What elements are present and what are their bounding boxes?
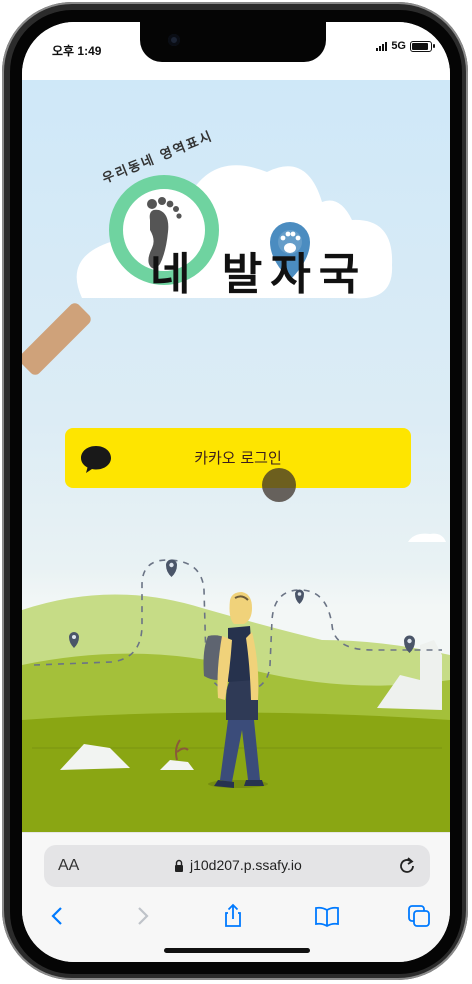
text-size-button[interactable]: AA [58,857,79,875]
small-cloud-shape [408,533,446,542]
map-pin-icon [166,559,177,577]
notch [140,22,326,62]
network-label: 5G [391,40,406,52]
browser-toolbar: AA j10d207.p.ssafy.io [22,832,450,962]
share-button[interactable] [218,901,248,931]
status-bar: 오후 1:49 5G [22,22,450,80]
share-icon [225,903,241,927]
forward-icon [138,907,149,925]
camera-icon [168,34,180,46]
map-pin-icon [295,589,304,604]
touch-indicator [262,468,296,502]
tabs-icon [408,905,430,927]
kakao-login-button[interactable]: 카카오 로그인 [65,428,411,488]
bookmarks-icon [315,906,339,928]
home-indicator [164,948,310,953]
back-button[interactable] [42,901,72,931]
lock-icon [175,859,183,872]
phone-frame: 오후 1:49 5G 우리동네 영역표시 네 발자국 카카오 로그인 AA j1… [0,0,472,984]
web-content: 우리동네 영역표시 네 발자국 카카오 로그인 [22,80,450,832]
back-icon [51,907,62,925]
screen: 오후 1:49 5G 우리동네 영역표시 네 발자국 카카오 로그인 AA j1… [22,22,450,962]
tabs-button[interactable] [404,901,434,931]
kakao-login-label: 카카오 로그인 [194,449,282,467]
signal-icon [376,41,388,51]
battery-icon [410,40,435,52]
reload-icon[interactable] [396,855,418,877]
browser-nav [22,895,450,935]
status-indicators: 5G [376,40,435,52]
forward-button[interactable] [128,901,158,931]
url-text: j10d207.p.ssafy.io [190,857,302,873]
status-time: 오후 1:49 [52,44,102,58]
address-bar[interactable]: AA j10d207.p.ssafy.io [44,845,430,887]
logo-title: 네 발자국 [150,249,368,300]
bookmarks-button[interactable] [312,901,342,931]
